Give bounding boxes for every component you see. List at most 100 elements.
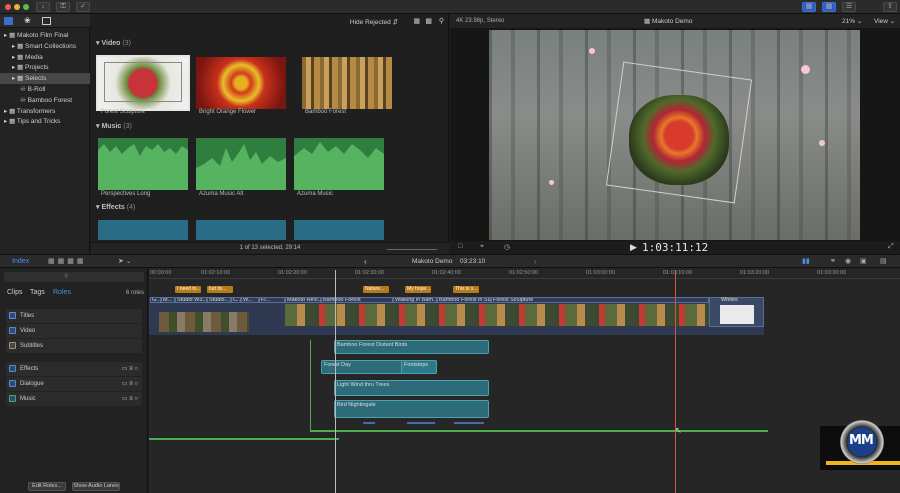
index-search-field[interactable]: ⚲ (4, 272, 144, 282)
caption-clip[interactable]: My hope... (405, 286, 431, 293)
role-lane-controls[interactable]: ▭ ≡ ○ (122, 362, 138, 376)
music-lane[interactable] (149, 438, 339, 440)
video-section-header[interactable]: ▾ Video (3) (96, 39, 131, 47)
share-icon[interactable]: ⇧ (883, 2, 897, 12)
effects-section-header[interactable]: ▾ Effects (4) (96, 203, 135, 211)
select-tool-icon[interactable]: ➤ ⌄ (118, 257, 132, 265)
play-button[interactable]: ▶ (630, 242, 637, 253)
inspector-toggle-icon[interactable]: ☰ (842, 2, 856, 12)
search-icon[interactable]: ⚲ (439, 17, 444, 25)
library-item[interactable]: ▸ ▦ Projects (0, 62, 90, 73)
forward-button[interactable]: › (534, 257, 537, 266)
storyline-clip[interactable]: Makoto Revi... (285, 297, 321, 303)
timeline-layout-button[interactable]: ▦ (822, 2, 836, 12)
storyline-clip[interactable]: W... (241, 297, 259, 303)
role-checkbox[interactable] (9, 380, 16, 387)
caption-clip[interactable]: This is s... (453, 286, 479, 293)
storyline-clip[interactable]: Bamboo Forest (321, 297, 393, 303)
snapping-icon[interactable]: ▣ (860, 257, 867, 265)
library-layout-button[interactable]: ▦ (802, 2, 816, 12)
zoom-slider[interactable] (387, 249, 437, 250)
playhead[interactable] (335, 270, 336, 493)
crop-icon[interactable]: ⌖ (480, 243, 484, 251)
view-popup[interactable]: View ⌄ (874, 17, 895, 25)
role-checkbox[interactable] (9, 395, 16, 402)
role-checkbox[interactable] (9, 327, 16, 334)
music-thumb-perspectives-long[interactable] (98, 138, 188, 190)
storyline-clip[interactable]: Walking in Bam... (393, 297, 437, 303)
music-lane[interactable] (310, 430, 768, 432)
audio-clip-birds[interactable]: Bamboo Forest Distant Birds (334, 340, 489, 354)
audio-clip-nightingale[interactable]: Bird Nightingale (334, 400, 489, 418)
caption-clip[interactable]: but its... (207, 286, 233, 293)
video-thumb-orange-flower[interactable] (196, 57, 286, 109)
role-row[interactable]: Effects ▭ ≡ ○ (6, 362, 142, 376)
clip-skimming-icon[interactable]: ▮▮ (802, 257, 810, 265)
tab-clips[interactable]: Clips (7, 289, 23, 296)
library-item[interactable]: ▸ ▦ Transformers (0, 106, 90, 117)
storyline-clip[interactable]: Bamboo Forest in Su... (437, 297, 491, 303)
library-item[interactable]: ♾ Bamboo Forest (0, 95, 90, 106)
audio-clip-footsteps[interactable]: Footsteps (401, 360, 437, 374)
music-thumb-azuma-alt[interactable] (196, 138, 286, 190)
viewer-timecode[interactable]: 1:03:11:12 (642, 241, 708, 254)
speed-icon[interactable]: ◷ (504, 243, 510, 251)
download-icon[interactable]: ↓ (36, 2, 50, 12)
titles-icon[interactable] (42, 17, 51, 25)
role-row[interactable]: Titles (6, 309, 142, 323)
fullscreen-icon[interactable]: ⤢ (888, 243, 894, 251)
libraries-icon[interactable] (4, 17, 13, 25)
role-lane-controls[interactable]: ▭ ≡ ○ (122, 392, 138, 406)
role-checkbox[interactable] (9, 312, 16, 319)
role-row[interactable]: Dialogue ▭ ≡ ○ (6, 377, 142, 391)
connect-insert-append-buttons[interactable]: ▦▦▦▦ (48, 257, 86, 265)
edit-roles-button[interactable]: Edit Roles... (28, 482, 66, 491)
library-item[interactable]: ▸ ▦ Tips and Tricks (0, 116, 90, 127)
video-thumb-forest-sculpture[interactable] (96, 55, 190, 111)
close-window-button[interactable] (5, 4, 11, 10)
storyline-clip[interactable]: Forest Sculpture (491, 297, 709, 303)
filter-popup[interactable]: Hide Rejected ⇵ (350, 18, 398, 26)
effects-thumb[interactable] (98, 220, 188, 240)
storyline-clip[interactable]: Studio... (207, 297, 231, 303)
timeline-ruler[interactable]: 00:00:00 01:02:10:00 01:02:20:00 01:02:30:0… (149, 268, 900, 279)
filmstrip-icon[interactable]: ▩ (425, 17, 432, 25)
clip-appearance-icon[interactable]: ▤ (880, 257, 887, 265)
photos-icon[interactable]: ❀ (24, 17, 31, 25)
role-row[interactable]: Music ▭ ≡ ○ (6, 392, 142, 406)
effects-thumb[interactable] (294, 220, 384, 240)
audio-clip-wind[interactable]: Light Wind thru Trees (334, 380, 489, 396)
library-item[interactable]: ♾ B-Roll (0, 84, 90, 95)
caption-clip[interactable]: Nature... (363, 286, 389, 293)
caption-clip[interactable]: I need to... (175, 286, 201, 293)
storyline-clip[interactable]: Fl... (259, 297, 285, 303)
role-checkbox[interactable] (9, 342, 16, 349)
clip-appearance-icon[interactable]: ▦ (413, 17, 420, 25)
library-item[interactable]: ▸ ▦ Selects (0, 73, 90, 85)
index-button[interactable]: Index (12, 258, 29, 265)
role-row[interactable]: Video (6, 324, 142, 338)
role-checkbox[interactable] (9, 365, 16, 372)
transform-icon[interactable]: □ (458, 243, 462, 250)
storyline-clip[interactable]: C... (231, 297, 241, 303)
checkmark-icon[interactable]: ✓ (76, 2, 90, 12)
music-thumb-azuma-music[interactable] (294, 138, 384, 190)
library-item[interactable]: ▸ ▦ Media (0, 52, 90, 63)
storyline-clip[interactable]: M... (161, 297, 175, 303)
role-row[interactable]: Subtitles (6, 339, 142, 353)
library-item[interactable]: ▸ ▦ Smart Collections (0, 41, 90, 52)
zoom-window-button[interactable] (23, 4, 29, 10)
tab-roles[interactable]: Roles (53, 289, 71, 296)
zoom-popup[interactable]: 21% ⌄ (842, 17, 862, 25)
role-lane-controls[interactable]: ▭ ≡ ○ (122, 377, 138, 391)
key-icon[interactable]: ⚿ (56, 2, 70, 12)
video-thumb-bamboo-forest[interactable] (302, 57, 392, 109)
storyline-clip[interactable]: Studio W3... (175, 297, 207, 303)
back-button[interactable]: ‹ (364, 257, 367, 266)
audio-skimming-icon[interactable]: ⚭ (830, 257, 836, 265)
show-audio-lanes-button[interactable]: Show Audio Lanes (72, 482, 120, 491)
storyline-clip[interactable]: G... (150, 297, 161, 303)
music-section-header[interactable]: ▾ Music (3) (96, 122, 132, 130)
effects-thumb[interactable] (196, 220, 286, 240)
library-item[interactable]: ▸ ▦ Makoto Film Final (0, 30, 90, 41)
